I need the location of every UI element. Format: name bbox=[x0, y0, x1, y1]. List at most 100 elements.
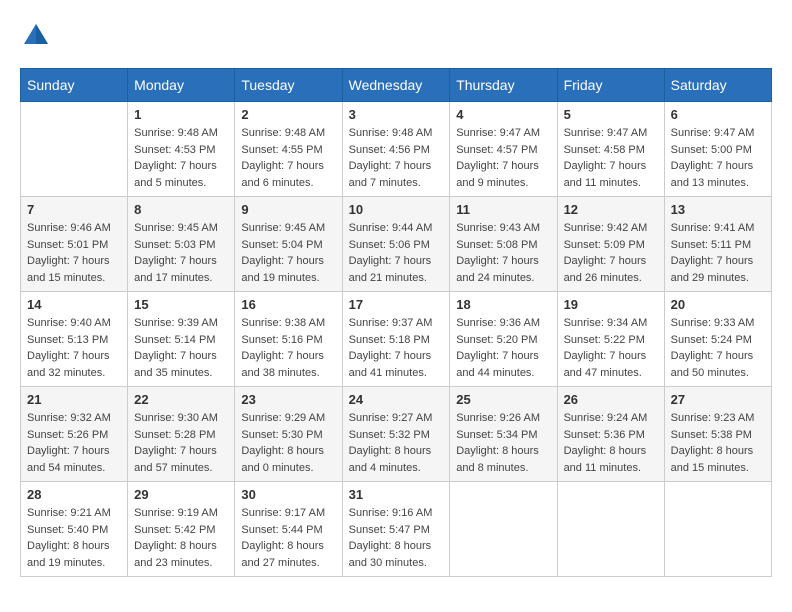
day-number: 11 bbox=[456, 202, 550, 217]
day-number: 21 bbox=[27, 392, 121, 407]
day-info: Sunrise: 9:37 AMSunset: 5:18 PMDaylight:… bbox=[349, 315, 444, 381]
calendar-cell bbox=[21, 102, 128, 197]
calendar-cell: 20 Sunrise: 9:33 AMSunset: 5:24 PMDaylig… bbox=[664, 292, 771, 387]
calendar-cell: 29 Sunrise: 9:19 AMSunset: 5:42 PMDaylig… bbox=[128, 482, 235, 577]
day-info: Sunrise: 9:42 AMSunset: 5:09 PMDaylight:… bbox=[564, 220, 658, 286]
day-info: Sunrise: 9:21 AMSunset: 5:40 PMDaylight:… bbox=[27, 505, 121, 571]
logo-icon bbox=[20, 20, 52, 52]
calendar-cell: 31 Sunrise: 9:16 AMSunset: 5:47 PMDaylig… bbox=[342, 482, 450, 577]
day-number: 31 bbox=[349, 487, 444, 502]
day-number: 6 bbox=[671, 107, 765, 122]
calendar-cell: 26 Sunrise: 9:24 AMSunset: 5:36 PMDaylig… bbox=[557, 387, 664, 482]
calendar-cell: 11 Sunrise: 9:43 AMSunset: 5:08 PMDaylig… bbox=[450, 197, 557, 292]
calendar-cell bbox=[664, 482, 771, 577]
calendar-cell: 13 Sunrise: 9:41 AMSunset: 5:11 PMDaylig… bbox=[664, 197, 771, 292]
calendar-cell: 27 Sunrise: 9:23 AMSunset: 5:38 PMDaylig… bbox=[664, 387, 771, 482]
calendar-cell: 8 Sunrise: 9:45 AMSunset: 5:03 PMDayligh… bbox=[128, 197, 235, 292]
page-header bbox=[20, 20, 772, 52]
day-info: Sunrise: 9:27 AMSunset: 5:32 PMDaylight:… bbox=[349, 410, 444, 476]
day-number: 13 bbox=[671, 202, 765, 217]
calendar-week-row: 1 Sunrise: 9:48 AMSunset: 4:53 PMDayligh… bbox=[21, 102, 772, 197]
calendar-cell: 25 Sunrise: 9:26 AMSunset: 5:34 PMDaylig… bbox=[450, 387, 557, 482]
day-number: 30 bbox=[241, 487, 335, 502]
calendar-week-row: 7 Sunrise: 9:46 AMSunset: 5:01 PMDayligh… bbox=[21, 197, 772, 292]
day-number: 9 bbox=[241, 202, 335, 217]
day-info: Sunrise: 9:43 AMSunset: 5:08 PMDaylight:… bbox=[456, 220, 550, 286]
calendar-cell: 19 Sunrise: 9:34 AMSunset: 5:22 PMDaylig… bbox=[557, 292, 664, 387]
day-number: 17 bbox=[349, 297, 444, 312]
day-number: 23 bbox=[241, 392, 335, 407]
day-info: Sunrise: 9:47 AMSunset: 5:00 PMDaylight:… bbox=[671, 125, 765, 191]
day-number: 8 bbox=[134, 202, 228, 217]
day-info: Sunrise: 9:41 AMSunset: 5:11 PMDaylight:… bbox=[671, 220, 765, 286]
calendar-week-row: 21 Sunrise: 9:32 AMSunset: 5:26 PMDaylig… bbox=[21, 387, 772, 482]
day-number: 7 bbox=[27, 202, 121, 217]
day-number: 14 bbox=[27, 297, 121, 312]
calendar-cell: 22 Sunrise: 9:30 AMSunset: 5:28 PMDaylig… bbox=[128, 387, 235, 482]
day-info: Sunrise: 9:17 AMSunset: 5:44 PMDaylight:… bbox=[241, 505, 335, 571]
calendar-cell: 23 Sunrise: 9:29 AMSunset: 5:30 PMDaylig… bbox=[235, 387, 342, 482]
day-number: 1 bbox=[134, 107, 228, 122]
logo bbox=[20, 20, 58, 52]
calendar-cell: 28 Sunrise: 9:21 AMSunset: 5:40 PMDaylig… bbox=[21, 482, 128, 577]
day-number: 18 bbox=[456, 297, 550, 312]
day-header-wednesday: Wednesday bbox=[342, 69, 450, 102]
day-number: 2 bbox=[241, 107, 335, 122]
day-info: Sunrise: 9:48 AMSunset: 4:53 PMDaylight:… bbox=[134, 125, 228, 191]
calendar-cell: 30 Sunrise: 9:17 AMSunset: 5:44 PMDaylig… bbox=[235, 482, 342, 577]
calendar-cell bbox=[450, 482, 557, 577]
day-info: Sunrise: 9:45 AMSunset: 5:03 PMDaylight:… bbox=[134, 220, 228, 286]
calendar-cell: 6 Sunrise: 9:47 AMSunset: 5:00 PMDayligh… bbox=[664, 102, 771, 197]
calendar-cell: 10 Sunrise: 9:44 AMSunset: 5:06 PMDaylig… bbox=[342, 197, 450, 292]
calendar-cell: 17 Sunrise: 9:37 AMSunset: 5:18 PMDaylig… bbox=[342, 292, 450, 387]
day-info: Sunrise: 9:30 AMSunset: 5:28 PMDaylight:… bbox=[134, 410, 228, 476]
day-info: Sunrise: 9:16 AMSunset: 5:47 PMDaylight:… bbox=[349, 505, 444, 571]
day-header-saturday: Saturday bbox=[664, 69, 771, 102]
day-number: 22 bbox=[134, 392, 228, 407]
day-info: Sunrise: 9:39 AMSunset: 5:14 PMDaylight:… bbox=[134, 315, 228, 381]
day-info: Sunrise: 9:44 AMSunset: 5:06 PMDaylight:… bbox=[349, 220, 444, 286]
calendar-cell: 9 Sunrise: 9:45 AMSunset: 5:04 PMDayligh… bbox=[235, 197, 342, 292]
day-info: Sunrise: 9:48 AMSunset: 4:56 PMDaylight:… bbox=[349, 125, 444, 191]
day-info: Sunrise: 9:24 AMSunset: 5:36 PMDaylight:… bbox=[564, 410, 658, 476]
day-number: 27 bbox=[671, 392, 765, 407]
day-number: 29 bbox=[134, 487, 228, 502]
day-header-friday: Friday bbox=[557, 69, 664, 102]
day-number: 16 bbox=[241, 297, 335, 312]
day-header-monday: Monday bbox=[128, 69, 235, 102]
day-header-thursday: Thursday bbox=[450, 69, 557, 102]
day-info: Sunrise: 9:26 AMSunset: 5:34 PMDaylight:… bbox=[456, 410, 550, 476]
day-info: Sunrise: 9:34 AMSunset: 5:22 PMDaylight:… bbox=[564, 315, 658, 381]
day-number: 4 bbox=[456, 107, 550, 122]
day-number: 24 bbox=[349, 392, 444, 407]
day-info: Sunrise: 9:45 AMSunset: 5:04 PMDaylight:… bbox=[241, 220, 335, 286]
day-number: 10 bbox=[349, 202, 444, 217]
calendar-week-row: 14 Sunrise: 9:40 AMSunset: 5:13 PMDaylig… bbox=[21, 292, 772, 387]
calendar-week-row: 28 Sunrise: 9:21 AMSunset: 5:40 PMDaylig… bbox=[21, 482, 772, 577]
day-number: 20 bbox=[671, 297, 765, 312]
day-info: Sunrise: 9:40 AMSunset: 5:13 PMDaylight:… bbox=[27, 315, 121, 381]
day-info: Sunrise: 9:46 AMSunset: 5:01 PMDaylight:… bbox=[27, 220, 121, 286]
calendar-cell: 12 Sunrise: 9:42 AMSunset: 5:09 PMDaylig… bbox=[557, 197, 664, 292]
calendar-cell: 4 Sunrise: 9:47 AMSunset: 4:57 PMDayligh… bbox=[450, 102, 557, 197]
day-number: 5 bbox=[564, 107, 658, 122]
calendar-cell: 24 Sunrise: 9:27 AMSunset: 5:32 PMDaylig… bbox=[342, 387, 450, 482]
day-number: 19 bbox=[564, 297, 658, 312]
calendar-cell: 15 Sunrise: 9:39 AMSunset: 5:14 PMDaylig… bbox=[128, 292, 235, 387]
day-number: 15 bbox=[134, 297, 228, 312]
calendar-cell: 16 Sunrise: 9:38 AMSunset: 5:16 PMDaylig… bbox=[235, 292, 342, 387]
day-info: Sunrise: 9:23 AMSunset: 5:38 PMDaylight:… bbox=[671, 410, 765, 476]
day-info: Sunrise: 9:47 AMSunset: 4:57 PMDaylight:… bbox=[456, 125, 550, 191]
day-info: Sunrise: 9:47 AMSunset: 4:58 PMDaylight:… bbox=[564, 125, 658, 191]
calendar-cell: 3 Sunrise: 9:48 AMSunset: 4:56 PMDayligh… bbox=[342, 102, 450, 197]
day-number: 26 bbox=[564, 392, 658, 407]
day-info: Sunrise: 9:33 AMSunset: 5:24 PMDaylight:… bbox=[671, 315, 765, 381]
calendar-cell: 18 Sunrise: 9:36 AMSunset: 5:20 PMDaylig… bbox=[450, 292, 557, 387]
day-header-sunday: Sunday bbox=[21, 69, 128, 102]
calendar-cell: 1 Sunrise: 9:48 AMSunset: 4:53 PMDayligh… bbox=[128, 102, 235, 197]
day-number: 12 bbox=[564, 202, 658, 217]
day-info: Sunrise: 9:32 AMSunset: 5:26 PMDaylight:… bbox=[27, 410, 121, 476]
day-info: Sunrise: 9:19 AMSunset: 5:42 PMDaylight:… bbox=[134, 505, 228, 571]
calendar-cell: 5 Sunrise: 9:47 AMSunset: 4:58 PMDayligh… bbox=[557, 102, 664, 197]
day-number: 25 bbox=[456, 392, 550, 407]
